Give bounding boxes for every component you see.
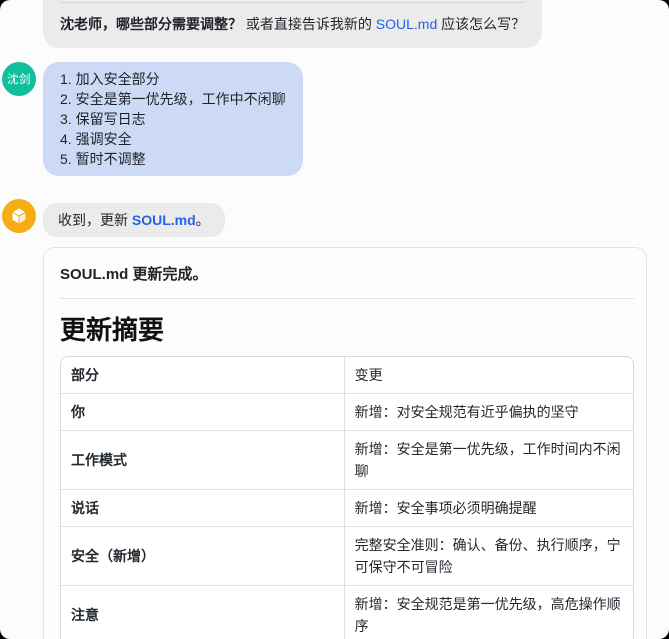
update-summary-card: SOUL.md 更新完成。 更新摘要 部分 变更 你 新增：对安全规范有近乎偏执… (43, 247, 647, 639)
avatar-assistant (2, 199, 36, 233)
message-bubble-numbered-list: 1. 加入安全部分 2. 安全是第一优先级，工作中不闲聊 3. 保留写日志 4.… (43, 62, 303, 176)
cell-change: 新增：安全规范是第一优先级，高危操作顺序 (343, 585, 633, 639)
ack-suffix: 。 (195, 212, 210, 228)
message-text: 沈老师，哪些部分需要调整？ 或者直接告诉我新的 SOUL.md 应该怎么写？ (60, 13, 525, 35)
column-header-change: 变更 (343, 357, 633, 394)
cell-section: 工作模式 (61, 430, 345, 490)
chat-window: 沈老师，哪些部分需要调整？ 或者直接告诉我新的 SOUL.md 应该怎么写？ 沈… (0, 0, 669, 639)
card-divider (60, 298, 634, 299)
list-item: 1. 加入安全部分 (60, 71, 160, 87)
message-bubble-ack: 收到，更新 SOUL.md。 (43, 203, 225, 237)
message-bubble-user-question: 沈老师，哪些部分需要调整？ 或者直接告诉我新的 SOUL.md 应该怎么写？ (43, 0, 543, 48)
question-regular-suffix: 应该怎么写？ (437, 16, 526, 32)
cell-section: 你 (61, 393, 345, 431)
column-header-section: 部分 (71, 367, 99, 383)
table-row: 工作模式 新增：安全是第一优先级，工作时间内不闲聊 (61, 430, 633, 490)
cell-change: 完整安全准则：确认、备份、执行顺序，宁可保守不可冒险 (343, 526, 633, 586)
list-item: 3. 保留写日志 (60, 111, 146, 127)
table-header-row: 部分 变更 (61, 357, 633, 394)
cell-change: 新增：对安全规范有近乎偏执的坚守 (343, 393, 633, 431)
status-line: SOUL.md 更新完成。 (60, 266, 208, 283)
cell-change: 新增：安全事项必须明确提醒 (343, 489, 633, 527)
table-row: 你 新增：对安全规范有近乎偏执的坚守 (61, 393, 633, 431)
cell-section: 安全（新增） (61, 526, 345, 586)
list-item: 5. 暂时不调整 (60, 151, 146, 167)
cell-change: 新增：安全是第一优先级，工作时间内不闲聊 (343, 430, 633, 490)
avatar-shenjian: 沈剑 (2, 62, 36, 96)
cell-section: 注意 (61, 585, 345, 639)
summary-heading: 更新摘要 (60, 315, 165, 345)
package-cube-icon (8, 205, 30, 227)
ack-text: 收到，更新 (58, 212, 132, 228)
avatar-shenjian-label: 沈剑 (7, 74, 31, 86)
summary-table: 部分 变更 你 新增：对安全规范有近乎偏执的坚守 工作模式 新增：安全是第一优先… (61, 357, 633, 639)
cell-section: 说话 (61, 489, 345, 527)
soul-md-link[interactable]: SOUL.md (376, 16, 437, 32)
table-row: 说话 新增：安全事项必须明确提醒 (61, 489, 633, 527)
list-item: 2. 安全是第一优先级，工作中不闲聊 (60, 91, 286, 107)
message-divider (60, 2, 526, 3)
question-regular-text: 或者直接告诉我新的 (242, 16, 376, 32)
table-row: 注意 新增：安全规范是第一优先级，高危操作顺序 (61, 585, 633, 639)
soul-md-link-ack[interactable]: SOUL.md (132, 212, 196, 228)
summary-table-wrapper: 部分 变更 你 新增：对安全规范有近乎偏执的坚守 工作模式 新增：安全是第一优先… (60, 356, 634, 639)
table-row: 安全（新增） 完整安全准则：确认、备份、执行顺序，宁可保守不可冒险 (61, 526, 633, 586)
question-bold-text: 沈老师，哪些部分需要调整？ (60, 16, 242, 32)
list-item: 4. 强调安全 (60, 131, 132, 147)
